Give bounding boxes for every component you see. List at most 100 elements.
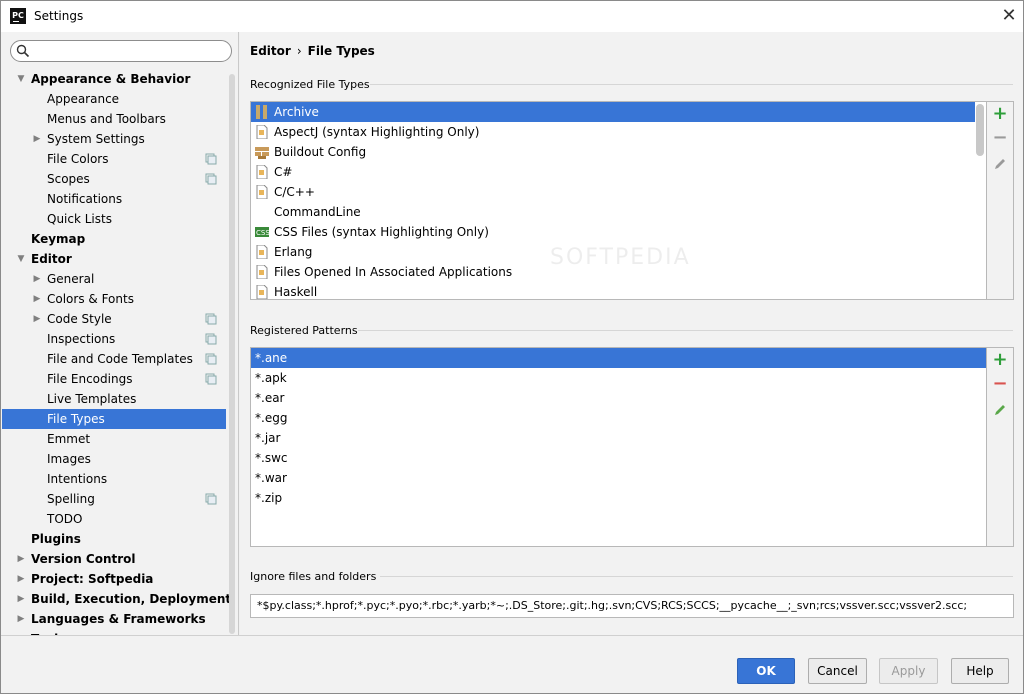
close-icon[interactable]: ✕ bbox=[997, 5, 1021, 27]
pattern-row[interactable]: *.jar bbox=[251, 428, 986, 448]
pattern-row[interactable]: *.egg bbox=[251, 408, 986, 428]
file-type-row[interactable]: CSS CSS Files (syntax Highlighting Only) bbox=[251, 222, 975, 242]
sidebar-item-label: Version Control bbox=[31, 552, 136, 566]
recognized-scrollbar[interactable] bbox=[976, 104, 984, 156]
chevron-down-icon[interactable]: ▼ bbox=[16, 69, 26, 89]
pattern-label: *.jar bbox=[255, 431, 281, 445]
cancel-button[interactable]: Cancel bbox=[808, 658, 867, 684]
pattern-label: *.zip bbox=[255, 491, 283, 505]
sidebar-item[interactable]: Notifications bbox=[2, 189, 226, 209]
sidebar-item[interactable]: ▼ Appearance & Behavior bbox=[2, 69, 226, 89]
search-input[interactable] bbox=[10, 40, 232, 62]
file-icon bbox=[256, 165, 268, 179]
section-divider bbox=[380, 576, 1013, 577]
registered-patterns-list[interactable]: *.ane *.apk *.ear *.egg *.jar *.swc *.war *.zip bbox=[250, 347, 987, 547]
chevron-right-icon[interactable]: ▶ bbox=[32, 309, 42, 329]
file-type-label: AspectJ (syntax Highlighting Only) bbox=[274, 125, 480, 139]
sidebar-item-label: Project: Softpedia bbox=[31, 572, 154, 586]
file-type-row[interactable]: C# bbox=[251, 162, 975, 182]
sidebar-item[interactable]: Intentions bbox=[2, 469, 226, 489]
pattern-row[interactable]: *.zip bbox=[251, 488, 986, 508]
sidebar-item-label: Inspections bbox=[47, 332, 116, 346]
file-icon bbox=[256, 285, 268, 299]
sidebar-item[interactable]: Spelling bbox=[2, 489, 226, 509]
file-type-row[interactable]: C/C++ bbox=[251, 182, 975, 202]
add-file-type-button[interactable]: + bbox=[992, 105, 1008, 123]
chevron-down-icon[interactable]: ▼ bbox=[16, 249, 26, 269]
sidebar-item[interactable]: Plugins bbox=[2, 529, 226, 549]
pattern-row[interactable]: *.war bbox=[251, 468, 986, 488]
pattern-label: *.ear bbox=[255, 391, 285, 405]
file-type-label: Erlang bbox=[274, 245, 313, 259]
project-settings-icon bbox=[205, 373, 217, 385]
add-pattern-button[interactable]: + bbox=[992, 351, 1008, 369]
file-types-panel: Editor › File Types Recognized File Types … bbox=[240, 32, 1023, 635]
ok-button[interactable]: OK bbox=[737, 658, 795, 684]
sidebar-item[interactable]: Menus and Toolbars bbox=[2, 109, 226, 129]
settings-window: PC Settings ✕ ▼ Appearance & Behavior Appe… bbox=[0, 0, 1024, 694]
sidebar-item[interactable]: Keymap bbox=[2, 229, 226, 249]
apply-button[interactable]: Apply bbox=[879, 658, 938, 684]
sidebar-item[interactable]: ▼ Editor bbox=[2, 249, 226, 269]
chevron-right-icon[interactable]: ▶ bbox=[16, 609, 26, 629]
softpedia-watermark: SOFTPEDIA bbox=[550, 245, 691, 270]
file-type-label: Archive bbox=[274, 105, 319, 119]
sidebar-item[interactable]: Emmet bbox=[2, 429, 226, 449]
sidebar-item[interactable]: File and Code Templates bbox=[2, 349, 226, 369]
chevron-right-icon[interactable]: ▶ bbox=[32, 269, 42, 289]
pattern-label: *.apk bbox=[255, 371, 287, 385]
sidebar-item[interactable]: Quick Lists bbox=[2, 209, 226, 229]
sidebar-item[interactable]: Scopes bbox=[2, 169, 226, 189]
sidebar-item-label: TODO bbox=[47, 512, 83, 526]
chevron-right-icon[interactable]: ▶ bbox=[16, 589, 26, 609]
ignore-files-input[interactable]: *$py.class;*.hprof;*.pyc;*.pyo;*.rbc;*.y… bbox=[250, 594, 1014, 618]
file-type-row[interactable]: Haskell bbox=[251, 282, 975, 299]
sidebar-item[interactable]: Inspections bbox=[2, 329, 226, 349]
pattern-row[interactable]: *.apk bbox=[251, 368, 986, 388]
file-icon bbox=[256, 125, 268, 139]
sidebar-item[interactable]: File Encodings bbox=[2, 369, 226, 389]
edit-pattern-icon[interactable] bbox=[992, 402, 1008, 418]
file-type-row[interactable]: Archive bbox=[251, 102, 975, 122]
sidebar-item[interactable]: ▶ System Settings bbox=[2, 129, 226, 149]
sidebar-item[interactable]: ▶ Code Style bbox=[2, 309, 226, 329]
sidebar-item[interactable]: ▶ Version Control bbox=[2, 549, 226, 569]
sidebar-item[interactable]: ▶ Project: Softpedia bbox=[2, 569, 226, 589]
sidebar-item[interactable]: Appearance bbox=[2, 89, 226, 109]
sidebar-item-label: File Colors bbox=[47, 152, 109, 166]
chevron-right-icon[interactable]: ▶ bbox=[32, 129, 42, 149]
pattern-row[interactable]: *.swc bbox=[251, 448, 986, 468]
patterns-section-title: Registered Patterns bbox=[250, 324, 358, 337]
sidebar-scrollbar[interactable] bbox=[229, 74, 235, 634]
pattern-row[interactable]: *.ear bbox=[251, 388, 986, 408]
sidebar-item[interactable]: File Colors bbox=[2, 149, 226, 169]
sidebar-item[interactable]: ▶ Build, Execution, Deployment bbox=[2, 589, 232, 609]
file-type-row[interactable]: AspectJ (syntax Highlighting Only) bbox=[251, 122, 975, 142]
sidebar-item-label: Appearance & Behavior bbox=[31, 72, 191, 86]
project-settings-icon bbox=[205, 173, 217, 185]
sidebar-item-label: Scopes bbox=[47, 172, 90, 186]
remove-file-type-button[interactable]: − bbox=[992, 129, 1008, 147]
sidebar-item[interactable]: TODO bbox=[2, 509, 226, 529]
sidebar-item[interactable]: ▶ General bbox=[2, 269, 226, 289]
file-type-label: Buildout Config bbox=[274, 145, 367, 159]
sidebar-item-label: Keymap bbox=[31, 232, 86, 246]
sidebar-item[interactable]: Live Templates bbox=[2, 389, 226, 409]
sidebar-item[interactable]: File Types bbox=[2, 409, 226, 429]
pattern-label: *.ane bbox=[255, 351, 288, 365]
sidebar-item[interactable]: ▶ Colors & Fonts bbox=[2, 289, 226, 309]
chevron-right-icon[interactable]: ▶ bbox=[16, 569, 26, 589]
sidebar-item[interactable]: ▶ Languages & Frameworks bbox=[2, 609, 226, 629]
sidebar-item-label: File Types bbox=[47, 412, 105, 426]
chevron-right-icon[interactable]: ▶ bbox=[32, 289, 42, 309]
file-icon bbox=[256, 185, 268, 199]
file-type-row[interactable]: Buildout Config bbox=[251, 142, 975, 162]
file-type-row[interactable]: CommandLine bbox=[251, 202, 975, 222]
sidebar-item[interactable]: Images bbox=[2, 449, 226, 469]
recognized-file-types-list[interactable]: Archive AspectJ (syntax Highlighting Only… bbox=[250, 101, 987, 300]
chevron-right-icon[interactable]: ▶ bbox=[16, 549, 26, 569]
help-button[interactable]: Help bbox=[951, 658, 1009, 684]
pattern-row[interactable]: *.ane bbox=[251, 348, 986, 368]
edit-file-type-icon[interactable] bbox=[992, 156, 1008, 172]
remove-pattern-button[interactable]: − bbox=[992, 375, 1008, 393]
